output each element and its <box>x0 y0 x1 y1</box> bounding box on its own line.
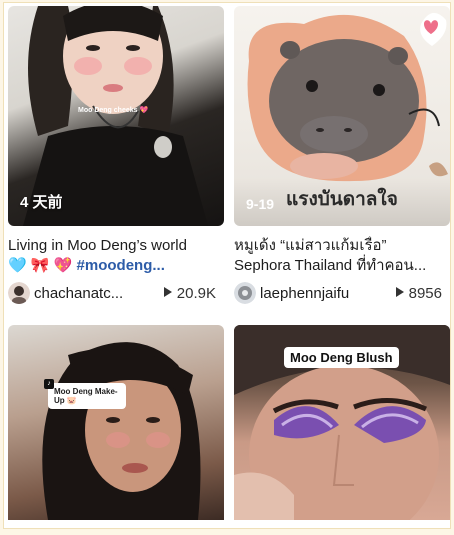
title-line: Living in Moo Deng’s world <box>8 237 187 254</box>
time-badge: 4 天前 <box>20 194 63 211</box>
sticker-text: Moo Deng Make-Up 🐷 <box>54 387 118 405</box>
author-handle[interactable]: chachanatc... <box>34 285 154 302</box>
title-line: Sephora Thailand ที่ทำคอน... <box>234 257 427 274</box>
banner-text: แรงบันดาลใจ <box>286 189 398 210</box>
video-thumbnail[interactable]: 9-19 แรงบันดาลใจ <box>234 6 450 226</box>
hashtag-link[interactable]: #moodeng... <box>77 257 165 274</box>
video-title[interactable]: หมูเด้ง “แม่สาวแก้มเรื่อ” Sephora Thaila… <box>234 236 450 276</box>
emoji-text: 🩵 🎀 💖 <box>8 257 77 274</box>
date-badge: 9-19 <box>246 196 275 212</box>
video-card[interactable]: Moo Deng cheeks 💖 4 天前 Living in Moo Den… <box>8 6 224 306</box>
avatar[interactable] <box>8 282 30 304</box>
overlay-caption: Moo Deng cheeks 💖 <box>78 107 149 114</box>
tiktok-logo-icon: ♪ <box>44 379 54 389</box>
video-card[interactable]: Moo Deng Blush <box>234 325 450 520</box>
portrait-illustration <box>42 342 201 520</box>
video-thumbnail[interactable]: ♪ Moo Deng Make-Up 🐷 <box>8 325 224 520</box>
play-icon <box>395 287 404 297</box>
video-thumbnail[interactable]: Moo Deng Blush <box>234 325 450 520</box>
video-meta: chachanatc... 20.9K <box>8 282 224 306</box>
video-thumbnail[interactable]: Moo Deng cheeks 💖 4 天前 <box>8 6 224 226</box>
overlay-label: Moo Deng Blush <box>284 347 399 368</box>
author-handle[interactable]: laephennjaifu <box>260 285 380 302</box>
video-meta: laephennjaifu 8956 <box>234 282 450 306</box>
sticker-label: ♪ Moo Deng Make-Up 🐷 <box>44 379 126 409</box>
video-title[interactable]: Living in Moo Deng’s world 🩵 🎀 💖 #mooden… <box>8 236 224 276</box>
avatar[interactable] <box>234 282 256 304</box>
video-card[interactable]: ♪ Moo Deng Make-Up 🐷 <box>8 325 224 520</box>
title-line: 🩵 🎀 💖 #moodeng... <box>8 256 224 276</box>
video-card[interactable]: 9-19 แรงบันดาลใจ หมูเด้ง “แม่สาวแก้มเรื่… <box>234 6 450 306</box>
play-count: 8956 <box>395 285 442 302</box>
title-line: หมูเด้ง “แม่สาวแก้มเรื่อ” <box>234 237 387 254</box>
video-grid: Moo Deng cheeks 💖 4 天前 Living in Moo Den… <box>3 2 451 529</box>
play-count-value: 8956 <box>408 285 442 302</box>
play-count-value: 20.9K <box>176 285 216 302</box>
play-count: 20.9K <box>163 285 216 302</box>
play-icon <box>163 287 172 297</box>
